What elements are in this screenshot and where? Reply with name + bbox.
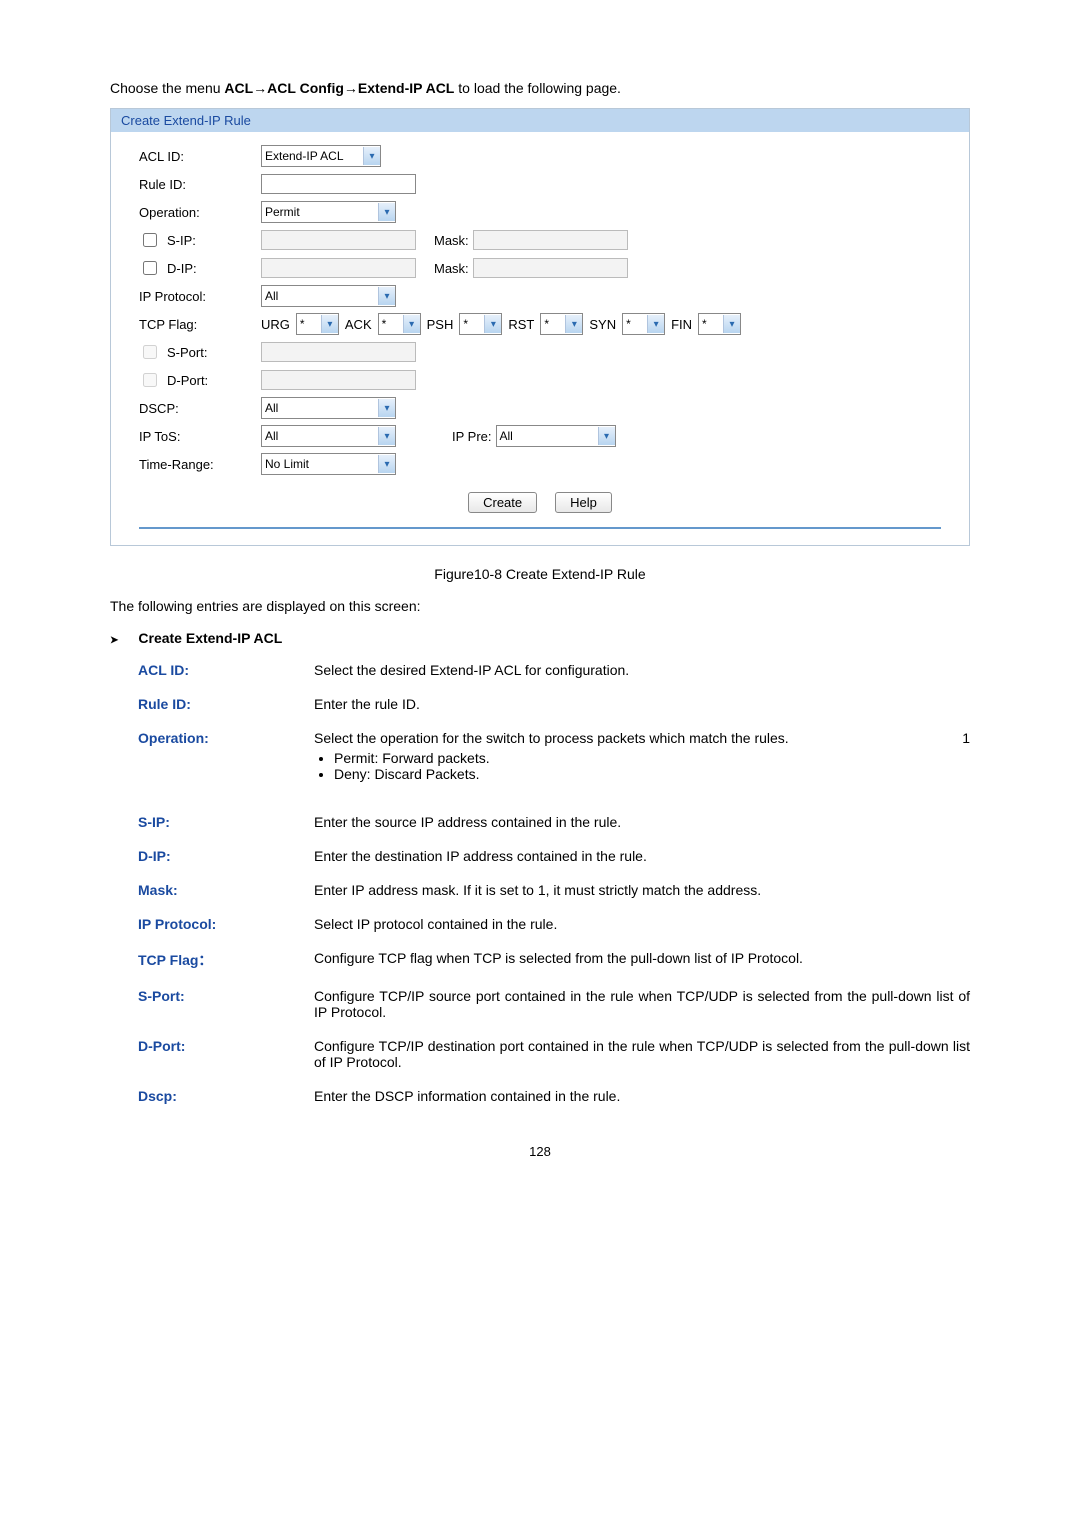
chevron-down-icon: ▾ xyxy=(565,315,582,333)
flag-label-syn: SYN xyxy=(589,317,616,332)
page-number: 128 xyxy=(110,1144,970,1159)
def-desc-operation: Select the operation for the switch to p… xyxy=(314,730,970,796)
flag-label-fin: FIN xyxy=(671,317,692,332)
select-iptos[interactable]: All▾ xyxy=(261,425,396,447)
input-sip[interactable] xyxy=(261,230,416,250)
checkbox-sport[interactable] xyxy=(143,345,157,359)
chevron-down-icon: ▾ xyxy=(321,315,338,333)
def-term-dip: D-IP: xyxy=(138,848,314,864)
checkbox-dport[interactable] xyxy=(143,373,157,387)
form-header: Create Extend-IP Rule xyxy=(111,109,969,132)
label-timerange: Time-Range: xyxy=(139,457,261,472)
flag-select-psh[interactable]: *▾ xyxy=(459,313,502,335)
label-sip-mask: Mask: xyxy=(434,233,469,248)
chevron-down-icon: ▾ xyxy=(403,315,420,333)
flag-select-urg[interactable]: *▾ xyxy=(296,313,339,335)
select-acl-id[interactable]: Extend-IP ACL▾ xyxy=(261,145,381,167)
select-ippre[interactable]: All▾ xyxy=(496,425,616,447)
def-term-mask: Mask: xyxy=(138,882,314,898)
figure-caption: Figure10-8 Create Extend-IP Rule xyxy=(110,566,970,582)
input-dport[interactable] xyxy=(261,370,416,390)
label-sip: S-IP: xyxy=(139,230,261,250)
label-dip: D-IP: xyxy=(139,258,261,278)
input-dip-mask[interactable] xyxy=(473,258,628,278)
flag-select-rst[interactable]: *▾ xyxy=(540,313,583,335)
def-term-tcpflag: TCP Flag： xyxy=(138,950,314,970)
def-desc-aclid: Select the desired Extend-IP ACL for con… xyxy=(314,662,970,678)
label-rule-id: Rule ID: xyxy=(139,177,261,192)
def-term-aclid: ACL ID: xyxy=(138,662,314,678)
flag-label-psh: PSH xyxy=(427,317,454,332)
def-desc-dport: Configure TCP/IP destination port contai… xyxy=(314,1038,970,1070)
label-acl-id: ACL ID: xyxy=(139,149,261,164)
chevron-down-icon: ▾ xyxy=(378,203,395,221)
select-timerange[interactable]: No Limit▾ xyxy=(261,453,396,475)
label-ip-protocol: IP Protocol: xyxy=(139,289,261,304)
input-sport[interactable] xyxy=(261,342,416,362)
def-term-sip: S-IP: xyxy=(138,814,314,830)
def-desc-dip: Enter the destination IP address contain… xyxy=(314,848,970,864)
label-operation: Operation: xyxy=(139,205,261,220)
flag-label-rst: RST xyxy=(508,317,534,332)
checkbox-sip[interactable] xyxy=(143,233,157,247)
def-term-operation: Operation: xyxy=(138,730,314,746)
label-dport: D-Port: xyxy=(139,370,261,390)
label-sport: S-Port: xyxy=(139,342,261,362)
def-term-dport: D-Port: xyxy=(138,1038,314,1054)
def-desc-tcpflag: Configure TCP flag when TCP is selected … xyxy=(314,950,970,966)
flag-label-urg: URG xyxy=(261,317,290,332)
def-desc-ruleid: Enter the rule ID. xyxy=(314,696,970,712)
flag-select-fin[interactable]: *▾ xyxy=(698,313,741,335)
def-desc-dscp: Enter the DSCP information contained in … xyxy=(314,1088,970,1104)
select-operation[interactable]: Permit▾ xyxy=(261,201,396,223)
checkbox-dip[interactable] xyxy=(143,261,157,275)
chevron-down-icon: ▾ xyxy=(723,315,740,333)
help-button[interactable]: Help xyxy=(555,492,612,513)
def-desc-mask: Enter IP address mask. If it is set to 1… xyxy=(314,882,970,898)
def-desc-sip: Enter the source IP address contained in… xyxy=(314,814,970,830)
input-sip-mask[interactable] xyxy=(473,230,628,250)
flag-select-syn[interactable]: *▾ xyxy=(622,313,665,335)
entries-line: The following entries are displayed on t… xyxy=(110,598,970,614)
label-dip-mask: Mask: xyxy=(434,261,469,276)
tcp-flags: URG *▾ ACK *▾ PSH *▾ RST *▾ SYN *▾ FIN *▾ xyxy=(261,313,741,335)
def-term-dscp: Dscp: xyxy=(138,1088,314,1104)
def-term-ipprotocol: IP Protocol: xyxy=(138,916,314,932)
def-term-ruleid: Rule ID: xyxy=(138,696,314,712)
chevron-down-icon: ▾ xyxy=(484,315,501,333)
def-desc-ipprotocol: Select IP protocol contained in the rule… xyxy=(314,916,970,932)
input-rule-id[interactable] xyxy=(261,174,416,194)
def-term-sport: S-Port: xyxy=(138,988,314,1004)
label-tcp-flag: TCP Flag: xyxy=(139,317,261,332)
chevron-down-icon: ▾ xyxy=(598,427,615,445)
select-ip-protocol[interactable]: All▾ xyxy=(261,285,396,307)
input-dip[interactable] xyxy=(261,258,416,278)
chevron-down-icon: ▾ xyxy=(378,455,395,473)
create-button[interactable]: Create xyxy=(468,492,537,513)
chevron-down-icon: ▾ xyxy=(378,399,395,417)
form-panel: Create Extend-IP Rule ACL ID: Extend-IP … xyxy=(110,108,970,546)
chevron-down-icon: ▾ xyxy=(378,427,395,445)
label-dscp: DSCP: xyxy=(139,401,261,416)
intro-text: Choose the menu ACL→ACL Config→Extend-IP… xyxy=(110,80,970,96)
select-dscp[interactable]: All▾ xyxy=(261,397,396,419)
flag-select-ack[interactable]: *▾ xyxy=(378,313,421,335)
chevron-down-icon: ▾ xyxy=(363,147,380,165)
def-desc-sport: Configure TCP/IP source port contained i… xyxy=(314,988,970,1020)
label-ippre: IP Pre: xyxy=(452,429,492,444)
section-subhead: Create Extend-IP ACL xyxy=(110,630,970,646)
chevron-down-icon: ▾ xyxy=(647,315,664,333)
flag-label-ack: ACK xyxy=(345,317,372,332)
label-iptos: IP ToS: xyxy=(139,429,261,444)
chevron-down-icon: ▾ xyxy=(378,287,395,305)
